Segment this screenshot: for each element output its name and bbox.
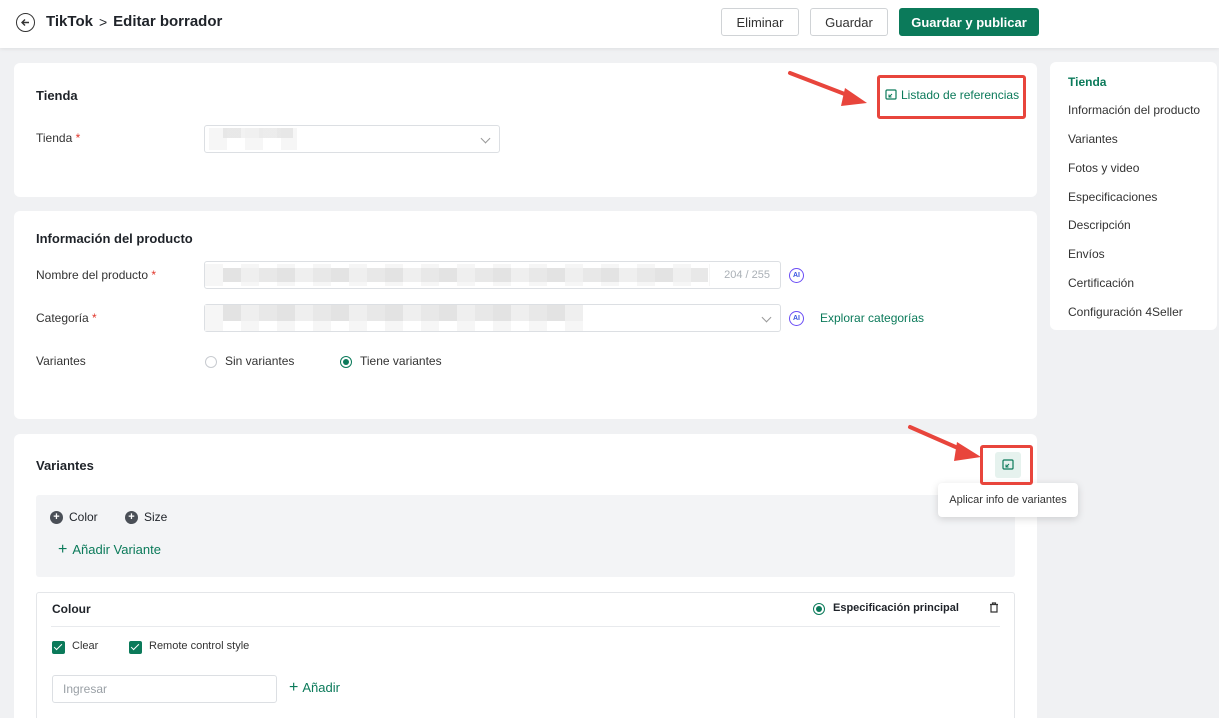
- nav-item-description[interactable]: Descripción: [1068, 218, 1131, 232]
- main-spec-radio[interactable]: [813, 603, 825, 615]
- nav-item-variants[interactable]: Variantes: [1068, 132, 1118, 146]
- redacted-value: [223, 268, 708, 282]
- product-name-label: Nombre del producto *: [36, 268, 157, 282]
- product-name-input[interactable]: 204 / 255: [204, 261, 781, 289]
- option-remote-checkbox[interactable]: [129, 641, 142, 654]
- store-section-title: Tienda: [36, 88, 78, 103]
- save-button[interactable]: Guardar: [810, 8, 888, 36]
- ai-icon[interactable]: AI: [789, 268, 804, 283]
- add-size-icon[interactable]: +: [125, 511, 138, 524]
- nav-item-store[interactable]: Tienda: [1068, 75, 1106, 89]
- redacted-value: [223, 128, 293, 138]
- add-variant-label: Añadir Variante: [72, 542, 161, 557]
- attribute-color[interactable]: Color: [69, 510, 98, 524]
- explore-categories-link[interactable]: Explorar categorías: [820, 311, 924, 325]
- spec-name: Colour: [52, 602, 91, 616]
- has-variants-label: Tiene variantes: [360, 354, 442, 368]
- product-info-card: Información del producto Nombre del prod…: [14, 211, 1037, 419]
- variants-card: Variantes + Color + Size + Añadir Varian…: [14, 434, 1037, 718]
- add-color-icon[interactable]: +: [50, 511, 63, 524]
- store-field-label: Tienda *: [36, 131, 81, 145]
- variant-attributes-area: + Color + Size + Añadir Variante: [36, 495, 1015, 577]
- nav-item-product-info[interactable]: Información del producto: [1068, 103, 1200, 117]
- store-select[interactable]: [204, 125, 500, 153]
- option-clear-label: Clear: [72, 640, 99, 652]
- annotation-arrow-icon: [788, 71, 867, 106]
- top-bar: TikTok > Editar borrador Eliminar Guarda…: [0, 0, 1219, 48]
- option-remote-label: Remote control style: [149, 640, 250, 652]
- breadcrumb-separator: >: [98, 13, 108, 30]
- highlight-box: [877, 75, 1026, 119]
- back-arrow-icon[interactable]: [16, 13, 35, 32]
- category-label: Categoría *: [36, 311, 97, 325]
- option-input[interactable]: [52, 675, 277, 703]
- add-option-label: Añadir: [302, 680, 340, 695]
- no-variants-label: Sin variantes: [225, 354, 295, 368]
- chevron-down-icon: [480, 133, 491, 144]
- ai-icon[interactable]: AI: [789, 311, 804, 326]
- save-publish-button[interactable]: Guardar y publicar: [899, 8, 1039, 36]
- spec-colour-box: Colour Especificación principal Clear Re…: [36, 592, 1015, 718]
- nav-item-specifications[interactable]: Especificaciones: [1068, 190, 1157, 204]
- product-section-title: Información del producto: [36, 231, 193, 246]
- delete-button[interactable]: Eliminar: [721, 8, 799, 36]
- redacted-value: [223, 305, 583, 321]
- chevron-down-icon: [761, 312, 772, 323]
- main-spec-label: Especificación principal: [833, 602, 959, 614]
- breadcrumb-root[interactable]: TikTok: [46, 13, 93, 30]
- variants-section-title: Variantes: [36, 458, 94, 473]
- page-title: Editar borrador: [113, 13, 223, 30]
- breadcrumb: TikTok > Editar borrador: [46, 13, 222, 30]
- plus-icon: +: [289, 678, 299, 696]
- divider: [51, 626, 1000, 627]
- apply-variant-info-tooltip: Aplicar info de variantes: [938, 483, 1078, 517]
- annotation-arrow-icon: [908, 425, 981, 461]
- highlight-box: [980, 445, 1033, 485]
- add-variant-button[interactable]: + Añadir Variante: [58, 540, 161, 558]
- attribute-size[interactable]: Size: [144, 510, 167, 524]
- variants-label: Variantes: [36, 354, 86, 368]
- option-clear-checkbox[interactable]: [52, 641, 65, 654]
- character-counter: 204 / 255: [724, 269, 770, 281]
- add-option-button[interactable]: + Añadir: [289, 678, 340, 696]
- nav-item-photos[interactable]: Fotos y video: [1068, 161, 1139, 175]
- trash-icon[interactable]: [989, 602, 999, 613]
- nav-item-certification[interactable]: Certificación: [1068, 276, 1134, 290]
- nav-item-shipping[interactable]: Envíos: [1068, 247, 1105, 261]
- category-select[interactable]: [204, 304, 781, 332]
- plus-icon: +: [58, 540, 68, 558]
- section-nav: Tienda Información del producto Variante…: [1050, 62, 1217, 330]
- no-variants-radio[interactable]: [205, 356, 217, 368]
- nav-item-4seller-config[interactable]: Configuración 4Seller: [1068, 305, 1183, 319]
- has-variants-radio[interactable]: [340, 356, 352, 368]
